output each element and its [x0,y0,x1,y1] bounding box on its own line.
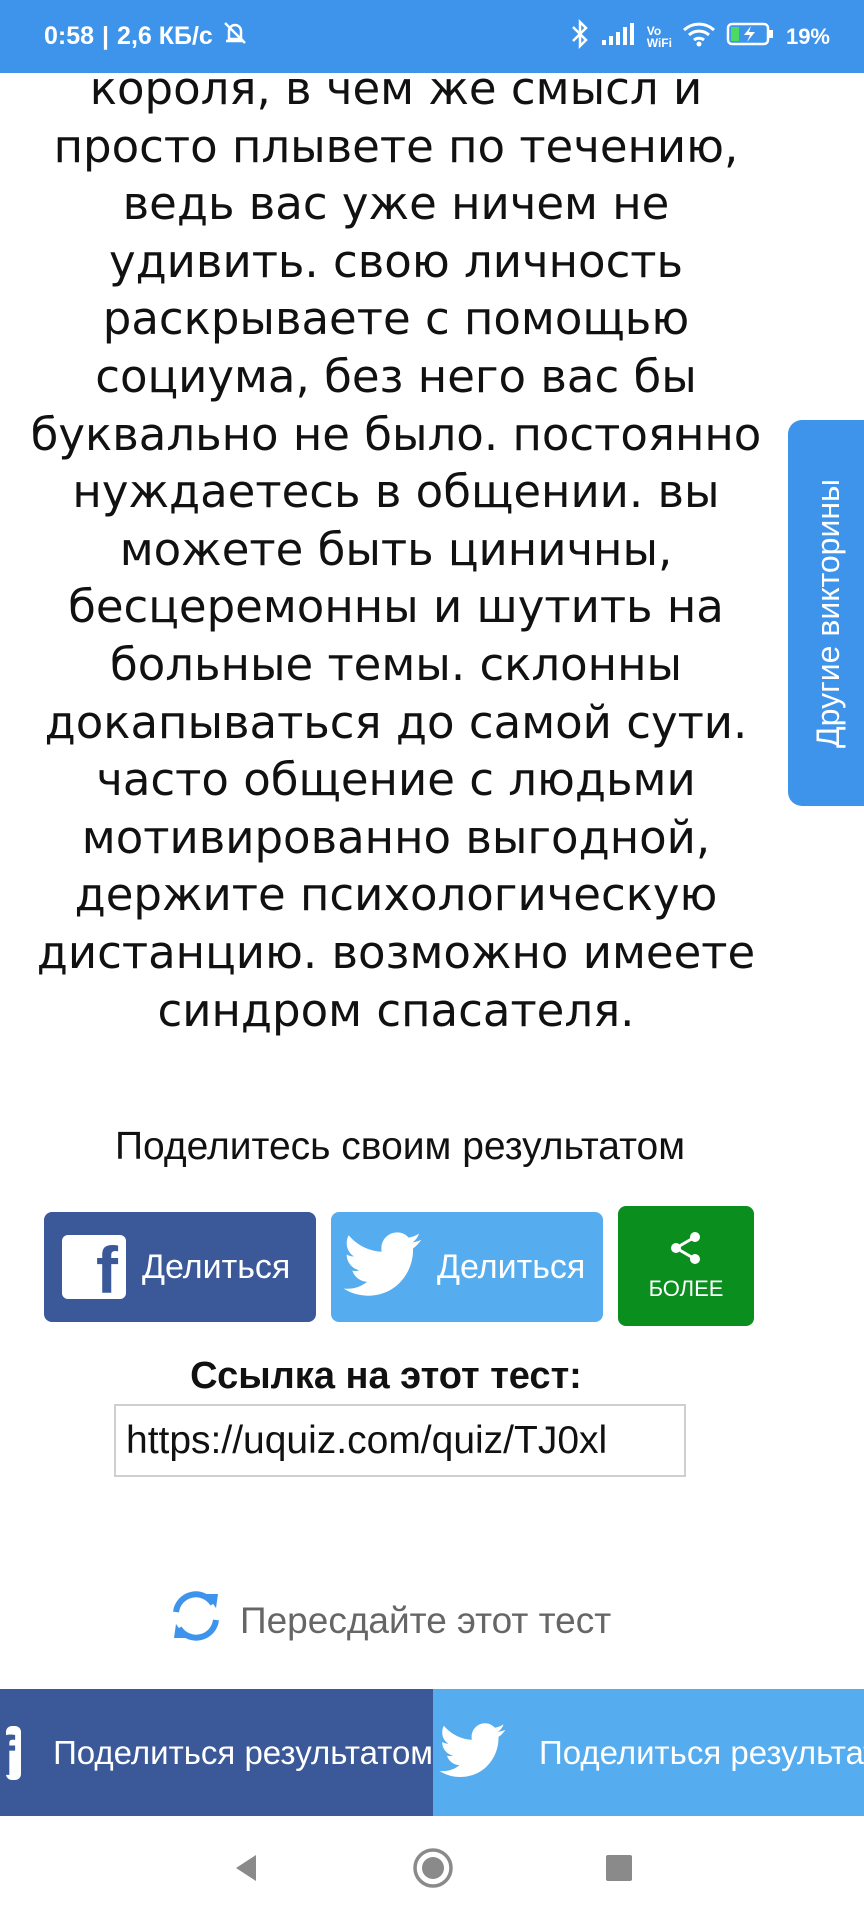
test-link-label: Ссылка на этот тест: [190,1355,582,1397]
bottom-share-bar: f Поделиться результатом Поделиться резу… [0,1689,864,1816]
facebook-share-label: Делиться [142,1247,291,1286]
bottom-facebook-label: Поделиться результатом [53,1733,433,1771]
system-nav-bar [0,1816,864,1920]
status-left: 0:58 | 2,6 КБ/с [44,19,249,54]
battery-percent: 19% [785,23,830,49]
other-quizzes-tab[interactable]: Другие викторины [788,420,864,806]
back-icon[interactable] [230,1852,262,1884]
vowifi-top: Vo [646,23,662,38]
refresh-icon [166,1588,226,1653]
twitter-share-label: Делиться [437,1247,586,1286]
muted-alarm-icon [221,19,249,54]
facebook-icon: f [62,1235,126,1299]
signal-icon [601,22,637,52]
twitter-share-button[interactable]: Делиться [331,1212,603,1322]
vowifi-indicator: Vo WiFi [647,25,672,49]
bottom-twitter-label: Поделиться результатом [539,1733,864,1771]
retake-test-label: Пересдайте этот тест [240,1599,612,1641]
share-icon [668,1230,704,1270]
status-time: 0:58 [44,22,95,50]
test-link-field[interactable]: https://uquiz.com/quiz/TJ0xl [114,1404,686,1477]
vowifi-bottom: WiFi [646,35,672,50]
wifi-icon [682,21,716,53]
twitter-icon [439,1722,507,1783]
status-speed: 2,6 КБ/с [117,22,213,50]
facebook-share-button[interactable]: f Делиться [44,1212,316,1322]
bottom-twitter-share-button[interactable]: Поделиться результатом [433,1689,864,1816]
bottom-facebook-share-button[interactable]: f Поделиться результатом [0,1689,433,1816]
result-description: короля, в чем же смысл и просто плывете … [30,62,762,1037]
battery-icon [726,21,776,53]
more-share-label: БОЛЕЕ [648,1276,724,1301]
status-separator: | [102,22,110,50]
retake-test-link[interactable]: Пересдайте этот тест [166,1588,611,1653]
twitter-icon [343,1232,423,1302]
status-bar: 0:58 | 2,6 КБ/с Vo WiFi 19% [0,0,864,73]
share-heading: Поделитесь своим результатом [114,1125,686,1168]
bluetooth-icon [569,18,591,55]
home-icon[interactable] [412,1847,454,1889]
other-quizzes-label: Другие викторины [809,478,846,748]
test-link-url: https://uquiz.com/quiz/TJ0xl [126,1418,608,1462]
more-share-button[interactable]: БОЛЕЕ [618,1206,754,1326]
recents-icon[interactable] [604,1853,634,1883]
status-right: Vo WiFi 19% [569,18,830,55]
facebook-icon: f [6,1725,22,1780]
